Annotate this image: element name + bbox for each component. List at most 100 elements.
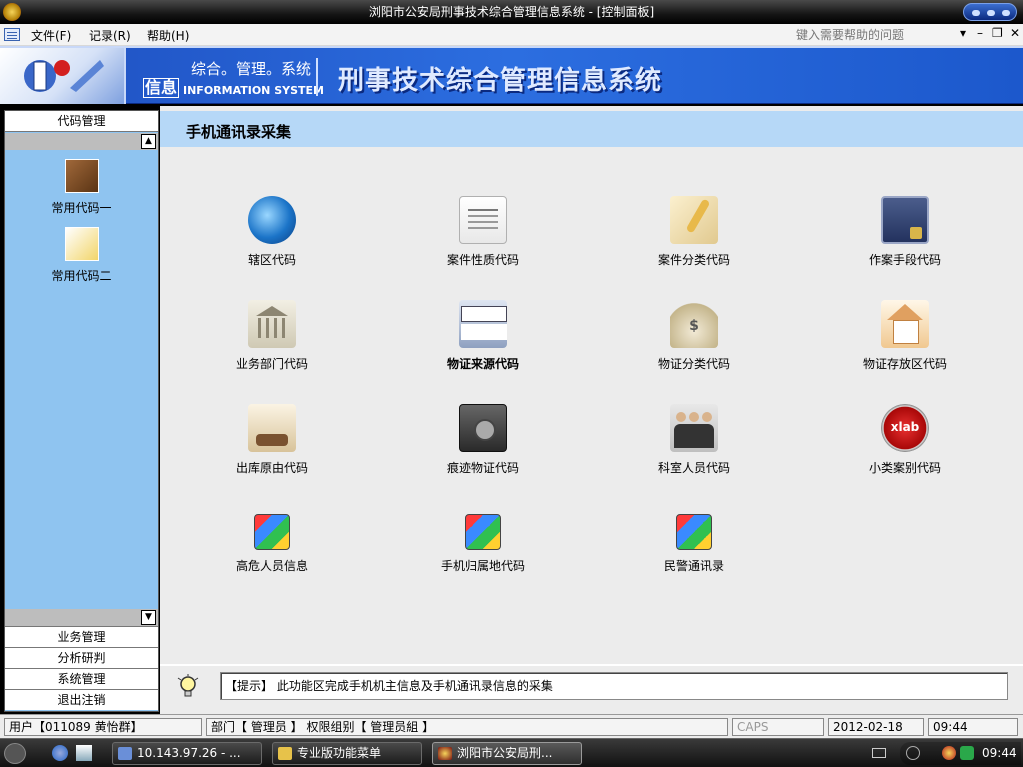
keyboard-icon[interactable] [872, 748, 886, 758]
quill-scroll-icon [670, 196, 718, 244]
module-label: 案件性质代码 [446, 253, 519, 267]
sidebar-section-business[interactable]: 业务管理 [5, 626, 158, 647]
sidebar-item-common-code-2[interactable]: 常用代码二 [5, 227, 158, 284]
taskbar-task-app[interactable]: 浏阳市公安局刑... [432, 742, 582, 765]
ie-icon[interactable] [52, 745, 68, 761]
sidebar-section-logout[interactable]: 退出注销 [5, 689, 158, 710]
sidebar-item-label: 常用代码一 [51, 201, 112, 215]
police-badge-icon [438, 747, 452, 760]
system-logo [0, 48, 126, 104]
mdi-close-icon[interactable]: ✕ [1010, 26, 1020, 40]
module-label: 物证来源代码 [446, 357, 519, 371]
module-label: 小类案别代码 [868, 461, 941, 475]
module-police-contacts[interactable]: 民警通讯录 [624, 502, 764, 574]
cubes-icon [676, 514, 712, 550]
house-icon [881, 300, 929, 348]
module-label: 出库原由代码 [235, 461, 308, 475]
hint-area: 【提示】 此功能区完成手机机主信息及手机通讯录信息的采集 [160, 664, 1023, 704]
quicklaunch-icon[interactable] [76, 745, 92, 761]
police-badge-icon[interactable] [942, 746, 956, 760]
system-tray: 09:44 [872, 742, 1021, 765]
sidebar: 代码管理 ▲ 常用代码一 常用代码二 ▼ 业务管理 分析研判 系统管理 退出注销 [4, 110, 159, 712]
banner-subtitle-zh: 综合。管理。系统 [191, 60, 312, 78]
taskbar-task-menu[interactable]: 专业版功能菜单 [272, 742, 422, 765]
section-header: 手机通讯录采集 [160, 111, 1023, 147]
cubes-icon [254, 514, 290, 550]
status-time: 09:44 [928, 718, 1018, 736]
task-label: 10.143.97.26 - ... [137, 746, 241, 760]
module-label: 痕迹物证代码 [446, 461, 519, 475]
module-phone-location-code[interactable]: 手机归属地代码 [413, 502, 553, 574]
module-staff-code[interactable]: 科室人员代码 [624, 404, 764, 476]
banner-divider [316, 58, 318, 96]
taskbar: 10.143.97.26 - ... 专业版功能菜单 浏阳市公安局刑... 09… [0, 738, 1023, 767]
minimize-icon[interactable] [972, 10, 980, 16]
menu-record[interactable]: 记录(R) [89, 27, 131, 44]
module-trace-evidence-code[interactable]: 痕迹物证代码 [413, 404, 553, 476]
mdi-minimize-icon[interactable]: – [977, 26, 983, 40]
module-evidence-source-code[interactable]: 物证来源代码 [413, 300, 553, 372]
module-label: 作案手段代码 [868, 253, 941, 267]
module-case-nature-code[interactable]: 案件性质代码 [413, 196, 553, 268]
window-controls[interactable] [963, 3, 1017, 21]
help-dropdown-icon[interactable]: ▾ [960, 26, 966, 40]
module-subcategory-case-code[interactable]: 小类案别代码 [835, 404, 975, 476]
sidebar-section-analysis[interactable]: 分析研判 [5, 647, 158, 668]
module-label: 物证分类代码 [657, 357, 730, 371]
status-bar: 用户【011089 黄怡群】 部门【 管理员 】 权限组别【 管理员組 】 CA… [0, 714, 1023, 738]
module-label: 物证存放区代码 [862, 357, 947, 371]
help-search-input[interactable]: 键入需要帮助的问题 [796, 26, 904, 43]
folder-icon [278, 747, 292, 760]
module-label: 案件分类代码 [657, 253, 730, 267]
people-icon [670, 404, 718, 452]
module-label: 民警通讯录 [663, 559, 724, 573]
police-badge-icon [3, 3, 21, 21]
module-label: 科室人员代码 [657, 461, 730, 475]
globe-cursor-icon [248, 196, 296, 244]
module-checkout-reason-code[interactable]: 出库原由代码 [202, 404, 342, 476]
module-label: 高危人员信息 [235, 559, 308, 573]
module-modus-operandi-code[interactable]: 作案手段代码 [835, 196, 975, 268]
paper-coffee-icon [248, 404, 296, 452]
remote-desktop-icon [118, 747, 132, 760]
module-high-risk-persons[interactable]: 高危人员信息 [202, 502, 342, 574]
door-lock-icon [881, 196, 929, 244]
module-case-category-code[interactable]: 案件分类代码 [624, 196, 764, 268]
sidebar-section-system[interactable]: 系统管理 [5, 668, 158, 689]
banner-title: 刑事技术综合管理信息系统 [338, 66, 663, 96]
task-label: 专业版功能菜单 [297, 746, 382, 760]
system-banner: 信息 综合。管理。系统 INFORMATION SYSTEM 刑事技术综合管理信… [0, 46, 1023, 104]
hint-text: 【提示】 此功能区完成手机机主信息及手机通讯录信息的采集 [225, 679, 553, 693]
book-icon [64, 159, 99, 193]
module-label: 业务部门代码 [235, 357, 308, 371]
module-evidence-storage-code[interactable]: 物证存放区代码 [835, 300, 975, 372]
menu-help[interactable]: 帮助(H) [147, 27, 189, 44]
cubes-icon [465, 514, 501, 550]
sidebar-header-code-management[interactable]: 代码管理 [5, 111, 158, 132]
status-caps: CAPS [732, 718, 824, 736]
shield-icon[interactable] [960, 746, 974, 760]
sidebar-item-common-code-1[interactable]: 常用代码一 [5, 159, 158, 216]
window-titlebar: 浏阳市公安局刑事技术综合管理信息系统 - [控制面板] [0, 0, 1023, 24]
menu-file[interactable]: 文件(F) [31, 27, 71, 44]
start-button[interactable] [4, 743, 26, 764]
module-evidence-category-code[interactable]: 物证分类代码 [624, 300, 764, 372]
status-department: 部门【 管理员 】 权限组别【 管理员組 】 [206, 718, 728, 736]
sidebar-scroll-top: ▲ [5, 133, 158, 150]
xlab-gear-icon [881, 404, 929, 452]
maximize-icon[interactable] [987, 10, 995, 16]
close-icon[interactable] [1002, 10, 1010, 16]
notepad-icon [64, 227, 99, 261]
module-department-code[interactable]: 业务部门代码 [202, 300, 342, 372]
tray-expand-icon[interactable] [906, 746, 920, 760]
app-menu-icon[interactable] [4, 28, 20, 41]
module-jurisdiction-code[interactable]: 辖区代码 [202, 196, 342, 268]
scroll-down-button[interactable]: ▼ [141, 610, 156, 625]
section-title: 手机通讯录采集 [186, 123, 292, 141]
mdi-restore-icon[interactable]: ❐ [992, 26, 1003, 40]
scroll-up-button[interactable]: ▲ [141, 134, 156, 149]
taskbar-task-remote[interactable]: 10.143.97.26 - ... [112, 742, 262, 765]
banner-info-box: 信息 [143, 78, 179, 98]
sidebar-item-label: 常用代码二 [51, 269, 112, 283]
window-title: 浏阳市公安局刑事技术综合管理信息系统 - [控制面板] [368, 5, 655, 19]
